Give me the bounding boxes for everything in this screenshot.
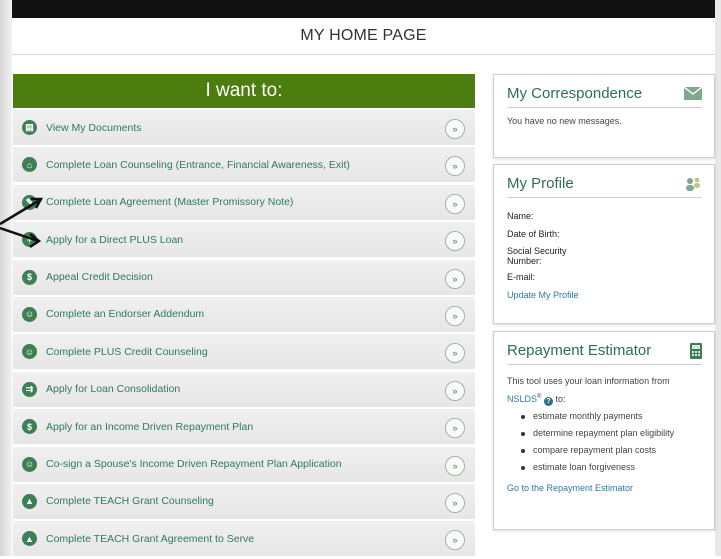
- profile-people-icon: [686, 177, 700, 191]
- people-icon: ☺: [22, 306, 37, 322]
- nslds-registered-mark: ®: [537, 394, 542, 400]
- action-label[interactable]: Complete Loan Agreement (Master Promisso…: [46, 196, 293, 208]
- estimator-bullet: estimate loan forgiveness: [507, 461, 701, 474]
- profile-ssn-label: Social Security Number:: [507, 246, 567, 266]
- go-arrow-icon[interactable]: »: [445, 343, 465, 364]
- people-icon: ☺: [22, 456, 37, 472]
- action-row[interactable]: ⌂ Complete Loan Counseling (Entrance, Fin…: [13, 147, 475, 183]
- correspondence-body: You have no new messages.: [494, 108, 714, 135]
- correspondence-title: My Correspondence: [507, 85, 643, 102]
- action-row[interactable]: ▤ View My Documents »: [13, 110, 475, 145]
- profile-email-label: E-mail:: [507, 272, 536, 282]
- go-arrow-icon[interactable]: »: [445, 193, 465, 214]
- go-arrow-icon[interactable]: »: [445, 418, 465, 439]
- action-row[interactable]: ▲ Complete TEACH Grant Counseling »: [13, 483, 475, 519]
- estimator-bullet: determine repayment plan eligibility: [507, 427, 701, 440]
- page-header: MY HOME PAGE: [12, 18, 715, 55]
- home-icon: ⌂: [22, 157, 37, 173]
- profile-header: My Profile: [507, 175, 702, 198]
- action-label[interactable]: Apply for an Income Driven Repayment Pla…: [46, 421, 253, 433]
- profile-dob-label: Date of Birth:: [507, 229, 560, 239]
- go-arrow-icon[interactable]: »: [445, 305, 465, 326]
- window-right-border: [715, 0, 721, 556]
- page-title: MY HOME PAGE: [300, 27, 427, 44]
- estimator-bullets: estimate monthly payments determine repa…: [507, 410, 701, 474]
- go-arrow-icon[interactable]: »: [445, 455, 465, 476]
- profile-title: My Profile: [507, 175, 574, 192]
- profile-body: Name: Date of Birth: Social Security Num…: [494, 198, 714, 309]
- action-label[interactable]: View My Documents: [46, 122, 142, 134]
- estimator-body: This tool uses your loan information fro…: [494, 365, 714, 502]
- estimator-source-line: NSLDS® ? to:: [507, 391, 701, 406]
- graduation-cap-icon: ▲: [22, 493, 37, 509]
- go-arrow-icon[interactable]: »: [445, 156, 465, 177]
- estimator-intro: This tool uses your loan information fro…: [507, 376, 670, 386]
- window-top-border: [0, 0, 721, 18]
- profile-name-label: Name:: [507, 211, 534, 221]
- go-arrow-icon[interactable]: »: [445, 268, 465, 289]
- estimator-to-text: to:: [555, 394, 566, 404]
- dollar-sign-icon: $: [22, 419, 37, 435]
- calculator-icon: [690, 342, 702, 359]
- envelope-icon: [684, 87, 702, 100]
- repayment-estimator-card: Repayment Estimator This tool uses your …: [493, 331, 715, 530]
- correspondence-header: My Correspondence: [507, 85, 702, 108]
- arrow-to-loan-agreement: [0, 198, 41, 226]
- action-label[interactable]: Complete TEACH Grant Counseling: [46, 495, 214, 507]
- action-row[interactable]: $ Appeal Credit Decision »: [13, 259, 475, 295]
- action-row[interactable]: ☺ Complete PLUS Credit Counseling »: [13, 334, 475, 370]
- action-label[interactable]: Complete an Endorser Addendum: [46, 308, 204, 320]
- action-row[interactable]: $ Apply for an Income Driven Repayment Pl…: [13, 409, 475, 445]
- action-row[interactable]: ▲ Complete TEACH Grant Agreement to Serve…: [13, 521, 475, 557]
- people-icon: ☺: [22, 344, 37, 360]
- action-label[interactable]: Apply for a Direct PLUS Loan: [46, 234, 183, 246]
- action-label[interactable]: Complete PLUS Credit Counseling: [46, 346, 208, 358]
- go-arrow-icon[interactable]: »: [445, 119, 465, 139]
- repayment-estimator-link[interactable]: Go to the Repayment Estimator: [507, 482, 701, 495]
- i-want-to-title: I want to:: [205, 80, 283, 101]
- action-label[interactable]: Appeal Credit Decision: [46, 271, 153, 283]
- go-arrow-icon[interactable]: »: [445, 530, 465, 551]
- consolidation-icon: ⇉: [22, 381, 37, 397]
- action-row[interactable]: ⇉ Apply for Loan Consolidation »: [13, 371, 475, 407]
- graduation-cap-icon: ▲: [22, 531, 37, 547]
- help-icon[interactable]: ?: [543, 397, 553, 406]
- go-arrow-icon[interactable]: »: [445, 231, 465, 252]
- estimator-bullet: compare repayment plan costs: [507, 444, 701, 457]
- estimator-title: Repayment Estimator: [507, 342, 652, 359]
- go-arrow-icon[interactable]: »: [445, 492, 465, 513]
- i-want-to-panel: I want to: ▤ View My Documents » ⌂ Complete …: [13, 74, 475, 559]
- update-profile-link[interactable]: Update My Profile: [507, 289, 701, 302]
- action-row[interactable]: ☺ Complete an Endorser Addendum »: [13, 296, 475, 332]
- i-want-to-header: I want to:: [13, 74, 475, 108]
- action-label[interactable]: Apply for Loan Consolidation: [46, 383, 180, 395]
- annotation-arrows: [0, 197, 44, 249]
- action-label[interactable]: Co-sign a Spouse's Income Driven Repayme…: [46, 458, 342, 470]
- action-row[interactable]: ☺ Co-sign a Spouse's Income Driven Repaym…: [13, 446, 475, 482]
- dollar-circle-icon: $: [22, 269, 37, 285]
- document-icon: ▤: [22, 120, 37, 135]
- estimator-bullet: estimate monthly payments: [507, 410, 701, 423]
- profile-card: My Profile Name: Date of Birth: Social S…: [493, 164, 715, 324]
- no-messages-text: You have no new messages.: [507, 116, 622, 126]
- action-label[interactable]: Complete TEACH Grant Agreement to Serve: [46, 533, 254, 545]
- nslds-link[interactable]: NSLDS: [507, 394, 537, 404]
- go-arrow-icon[interactable]: »: [445, 380, 465, 401]
- action-list: ▤ View My Documents » ⌂ Complete Loan Counse…: [13, 110, 475, 557]
- action-label[interactable]: Complete Loan Counseling (Entrance, Fina…: [46, 159, 350, 171]
- window-left-border: [0, 0, 12, 556]
- correspondence-card: My Correspondence You have no new messag…: [493, 74, 715, 158]
- action-row[interactable]: + Apply for a Direct PLUS Loan»: [13, 222, 475, 258]
- estimator-header: Repayment Estimator: [507, 342, 702, 365]
- action-row[interactable]: ✎ Complete Loan Agreement (Master Promiss…: [13, 184, 475, 220]
